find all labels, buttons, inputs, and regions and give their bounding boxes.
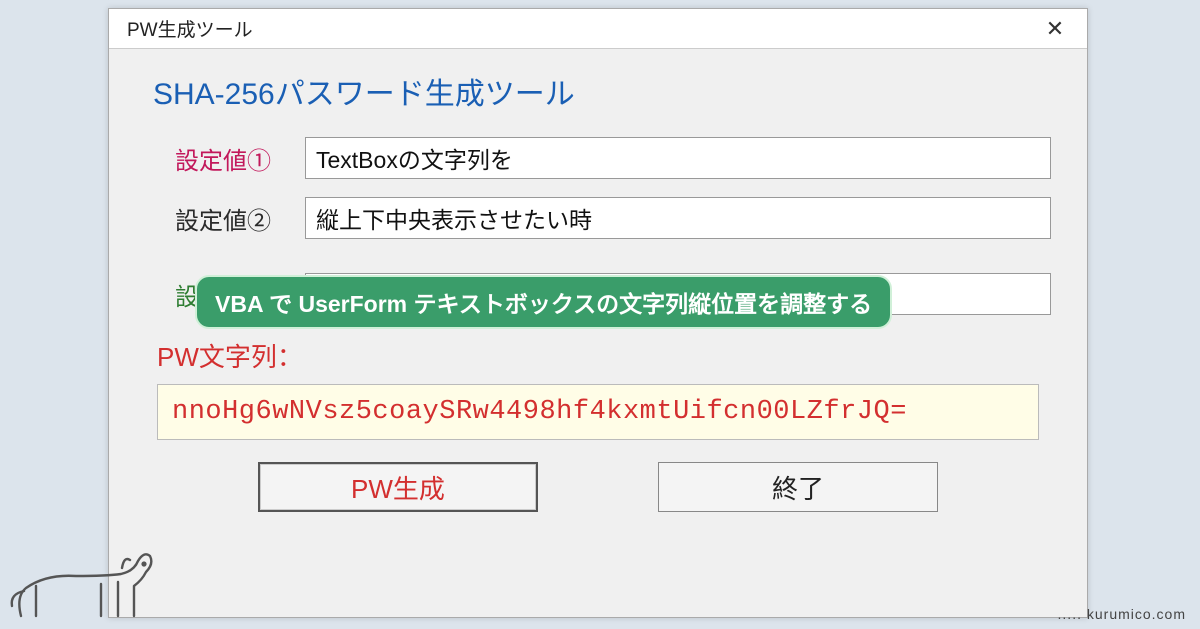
titlebar: PW生成ツール ✕ — [109, 9, 1087, 49]
page-title: SHA-256パスワード生成ツール — [153, 69, 1051, 113]
textbox-value: 縦上下中央表示させたい時 — [316, 201, 592, 235]
button-row: PW生成 終了 — [145, 462, 1051, 512]
overlay-banner: VBA で UserForm テキストボックスの文字列縦位置を調整する — [195, 275, 892, 329]
textbox-setting-2[interactable]: 縦上下中央表示させたい時 — [305, 197, 1051, 239]
dog-icon — [6, 546, 156, 624]
exit-button[interactable]: 終了 — [658, 462, 938, 512]
watermark-text: ..... kurumico.com — [1058, 606, 1186, 622]
pw-output-label: PW文字列： — [157, 337, 1051, 374]
close-icon: ✕ — [1046, 16, 1064, 42]
close-button[interactable]: ✕ — [1033, 13, 1077, 45]
label-setting-1: 設定値① — [175, 141, 305, 176]
overlay-text: VBA で UserForm テキストボックスの文字列縦位置を調整する — [215, 291, 872, 317]
button-label: 終了 — [772, 469, 824, 506]
window-title: PW生成ツール — [127, 15, 253, 42]
textbox-value: TextBoxの文字列を — [316, 141, 513, 175]
dog-illustration — [6, 546, 156, 624]
pw-output-value: nnoHg6wNVsz5coaySRw4498hf4kxmtUifcn00LZf… — [172, 397, 907, 427]
textbox-setting-1[interactable]: TextBoxの文字列を — [305, 137, 1051, 179]
pw-output-field[interactable]: nnoHg6wNVsz5coaySRw4498hf4kxmtUifcn00LZf… — [157, 384, 1039, 440]
field-row-2: 設定値② 縦上下中央表示させたい時 — [175, 197, 1051, 239]
field-row-1: 設定値① TextBoxの文字列を — [175, 137, 1051, 179]
label-setting-2: 設定値② — [175, 201, 305, 236]
generate-button[interactable]: PW生成 — [258, 462, 538, 512]
button-label: PW生成 — [351, 469, 445, 506]
